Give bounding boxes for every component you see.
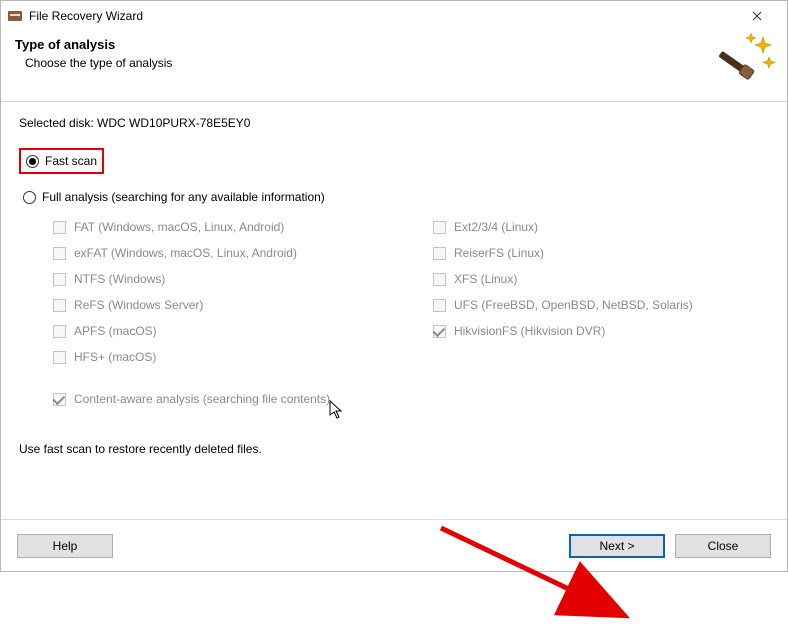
window-title: File Recovery Wizard xyxy=(29,9,735,23)
next-button[interactable]: Next > xyxy=(569,534,665,558)
checkbox-icon xyxy=(433,273,446,286)
titlebar: File Recovery Wizard xyxy=(1,1,787,31)
radio-full-analysis-label: Full analysis (searching for any availab… xyxy=(42,190,325,204)
next-button-label: Next > xyxy=(599,539,634,553)
selected-disk-label: Selected disk: xyxy=(19,116,97,130)
radio-icon xyxy=(26,155,39,168)
checkbox-icon xyxy=(433,247,446,260)
fs-label: ReiserFS (Linux) xyxy=(454,246,544,260)
checkbox-icon xyxy=(53,221,66,234)
content-aware-label: Content-aware analysis (searching file c… xyxy=(74,392,330,406)
radio-full-analysis[interactable]: Full analysis (searching for any availab… xyxy=(21,188,769,206)
help-button-label: Help xyxy=(53,539,78,553)
close-button-footer[interactable]: Close xyxy=(675,534,771,558)
close-icon xyxy=(752,11,762,21)
fs-label: HikvisionFS (Hikvision DVR) xyxy=(454,324,605,338)
checkbox-icon xyxy=(53,351,66,364)
page-heading: Type of analysis xyxy=(15,37,773,52)
app-icon xyxy=(7,8,23,24)
page-subtitle: Choose the type of analysis xyxy=(25,56,773,70)
fs-label: NTFS (Windows) xyxy=(74,272,165,286)
fs-label: FAT (Windows, macOS, Linux, Android) xyxy=(74,220,284,234)
radio-icon xyxy=(23,191,36,204)
checkbox-exfat[interactable]: exFAT (Windows, macOS, Linux, Android) xyxy=(53,246,433,260)
hint-text: Use fast scan to restore recently delete… xyxy=(19,442,769,456)
fs-label: exFAT (Windows, macOS, Linux, Android) xyxy=(74,246,297,260)
checkbox-icon xyxy=(433,221,446,234)
selected-disk-name: WDC WD10PURX-78E5EY0 xyxy=(97,116,250,130)
checkbox-reiserfs[interactable]: ReiserFS (Linux) xyxy=(433,246,753,260)
checkbox-icon xyxy=(53,325,66,338)
checkbox-icon xyxy=(53,393,66,406)
checkbox-ext[interactable]: Ext2/3/4 (Linux) xyxy=(433,220,753,234)
checkbox-hfsplus[interactable]: HFS+ (macOS) xyxy=(53,350,433,364)
radio-fast-scan-label: Fast scan xyxy=(45,154,97,168)
content-area: Selected disk: WDC WD10PURX-78E5EY0 Fast… xyxy=(1,102,787,519)
checkbox-refs[interactable]: ReFS (Windows Server) xyxy=(53,298,433,312)
checkbox-xfs[interactable]: XFS (Linux) xyxy=(433,272,753,286)
wizard-icon xyxy=(717,31,777,94)
close-button-label: Close xyxy=(708,539,739,553)
checkbox-icon xyxy=(53,273,66,286)
checkbox-icon xyxy=(433,325,446,338)
filesystem-grid: FAT (Windows, macOS, Linux, Android) Ext… xyxy=(53,220,769,364)
checkbox-apfs[interactable]: APFS (macOS) xyxy=(53,324,433,338)
checkbox-icon xyxy=(433,299,446,312)
wizard-window: File Recovery Wizard Type of analysis Ch… xyxy=(0,0,788,572)
checkbox-icon xyxy=(53,247,66,260)
fs-label: HFS+ (macOS) xyxy=(74,350,156,364)
checkbox-ufs[interactable]: UFS (FreeBSD, OpenBSD, NetBSD, Solaris) xyxy=(433,298,753,312)
fs-label: Ext2/3/4 (Linux) xyxy=(454,220,538,234)
checkbox-hikvisionfs[interactable]: HikvisionFS (Hikvision DVR) xyxy=(433,324,753,338)
checkbox-icon xyxy=(53,299,66,312)
help-button[interactable]: Help xyxy=(17,534,113,558)
close-button[interactable] xyxy=(735,2,779,31)
checkbox-content-aware[interactable]: Content-aware analysis (searching file c… xyxy=(53,392,769,406)
checkbox-fat[interactable]: FAT (Windows, macOS, Linux, Android) xyxy=(53,220,433,234)
fs-label: APFS (macOS) xyxy=(74,324,157,338)
checkbox-ntfs[interactable]: NTFS (Windows) xyxy=(53,272,433,286)
radio-fast-scan[interactable]: Fast scan xyxy=(19,148,104,174)
fs-label: XFS (Linux) xyxy=(454,272,517,286)
footer: Help Next > Close xyxy=(1,519,787,571)
fs-label: ReFS (Windows Server) xyxy=(74,298,203,312)
selected-disk-line: Selected disk: WDC WD10PURX-78E5EY0 xyxy=(19,116,769,130)
fs-label: UFS (FreeBSD, OpenBSD, NetBSD, Solaris) xyxy=(454,298,693,312)
header: Type of analysis Choose the type of anal… xyxy=(1,31,787,101)
